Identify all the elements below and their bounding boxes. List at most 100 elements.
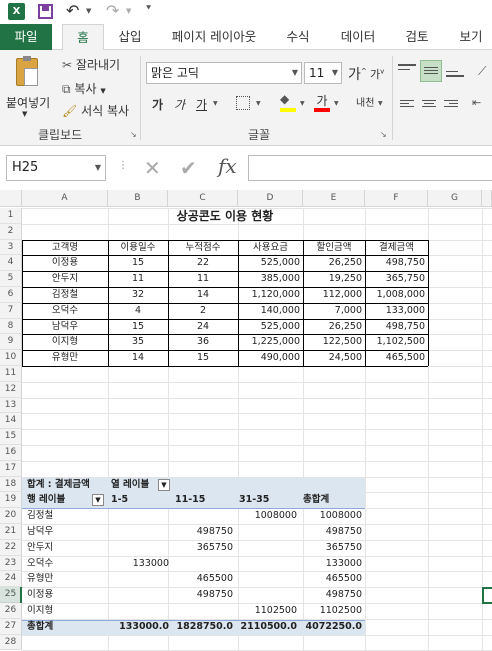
table-cell[interactable]: 유형만 — [22, 351, 108, 366]
pivot-col-header[interactable]: 31-35 — [236, 493, 300, 508]
table-cell[interactable]: 525,000 — [238, 256, 303, 271]
italic-button[interactable]: 가 — [174, 96, 185, 113]
row-header[interactable]: 26 — [0, 603, 22, 619]
pivot-value-cell[interactable] — [108, 572, 172, 587]
row-header[interactable]: 16 — [0, 445, 22, 461]
row-header[interactable]: 19 — [0, 492, 22, 509]
pivot-value-cell[interactable]: 465500 — [172, 572, 236, 587]
pivot-col-header[interactable]: 1-5 — [108, 493, 172, 508]
row-header[interactable]: 13 — [0, 397, 22, 414]
pivot-value-cell[interactable] — [172, 509, 236, 524]
align-right-icon[interactable] — [444, 98, 458, 107]
table-cell[interactable]: 남덕우 — [22, 320, 108, 335]
table-cell[interactable]: 1,008,000 — [365, 288, 428, 303]
shrink-font-button[interactable]: 가v — [370, 66, 384, 82]
pivot-grand-total-cell[interactable]: 4072250.0 — [300, 620, 365, 635]
save-icon[interactable] — [38, 4, 53, 19]
pivot-value-cell[interactable] — [108, 588, 172, 603]
table-cell[interactable]: 오덕수 — [22, 304, 108, 319]
underline-dropdown-icon[interactable]: ▼ — [213, 100, 218, 107]
column-header-e[interactable]: E — [303, 190, 365, 207]
row-header[interactable]: 27 — [0, 618, 22, 635]
active-cell-indicator[interactable] — [482, 587, 492, 604]
table-cell[interactable]: 36 — [168, 335, 238, 350]
table-cell[interactable]: 26,250 — [303, 320, 365, 335]
row-header[interactable]: 1 — [0, 208, 22, 224]
pivot-value-cell[interactable]: 365750 — [172, 541, 236, 556]
table-cell[interactable]: 24 — [168, 320, 238, 335]
customize-icon[interactable]: ⯆ — [145, 4, 152, 14]
pivot-value-cell[interactable] — [108, 525, 172, 540]
pivot-row-label[interactable]: 이정용 — [24, 588, 108, 603]
pivot-value-cell[interactable]: 133000 — [108, 557, 172, 572]
table-cell[interactable]: 122,500 — [303, 335, 365, 350]
pivot-value-cell[interactable]: 365750 — [300, 541, 365, 556]
pivot-value-cell[interactable]: 1102500 — [300, 604, 365, 619]
phonetic-button[interactable]: 내천 — [356, 94, 374, 109]
format-painter-button[interactable]: 🖌 서식 복사 — [62, 102, 129, 119]
table-header-cell[interactable]: 결제금액 — [365, 241, 428, 256]
table-cell[interactable]: 24,500 — [303, 351, 365, 366]
row-header[interactable]: 23 — [0, 555, 22, 572]
align-top-icon[interactable] — [398, 62, 416, 80]
pivot-value-cell[interactable]: 498750 — [300, 588, 365, 603]
pivot-value-cell[interactable] — [236, 525, 300, 540]
pivot-value-cell[interactable] — [108, 509, 172, 524]
cut-button[interactable]: ✂ 잘라내기 — [62, 56, 120, 73]
undo-icon[interactable]: ↶ — [66, 1, 79, 20]
pivot-value-cell[interactable] — [108, 541, 172, 556]
decrease-indent-icon[interactable]: ⇤ — [472, 96, 481, 109]
table-cell[interactable]: 35 — [108, 335, 168, 350]
table-cell[interactable]: 22 — [168, 256, 238, 271]
table-cell[interactable]: 490,000 — [238, 351, 303, 366]
table-cell[interactable]: 15 — [168, 351, 238, 366]
fill-color-icon[interactable]: ◆ — [280, 92, 296, 112]
redo-icon[interactable]: ↷ — [106, 1, 119, 20]
name-box[interactable]: H25 ▼ — [6, 155, 106, 181]
pivot-row-label[interactable]: 오덕수 — [24, 557, 108, 572]
table-cell[interactable]: 498,750 — [365, 320, 428, 335]
font-launcher-icon[interactable]: ↘ — [380, 130, 387, 139]
row-header[interactable]: 2 — [0, 223, 22, 240]
tab-insert[interactable]: 삽입 — [108, 24, 152, 50]
pivot-grand-total-cell[interactable]: 1828750.0 — [172, 620, 236, 635]
column-header-g[interactable]: G — [428, 190, 482, 207]
row-header[interactable]: 28 — [0, 634, 22, 651]
pivot-value-cell[interactable]: 1008000 — [236, 509, 300, 524]
table-header-cell[interactable]: 누적점수 — [168, 241, 238, 256]
pivot-value-cell[interactable] — [108, 604, 172, 619]
table-cell[interactable]: 465,500 — [365, 351, 428, 366]
filter-dropdown-icon[interactable]: ▼ — [92, 494, 104, 507]
table-cell[interactable]: 1,225,000 — [238, 335, 303, 350]
pivot-value-cell[interactable]: 498750 — [300, 525, 365, 540]
column-header-f[interactable]: F — [365, 190, 428, 207]
pivot-value-cell[interactable]: 133000 — [300, 557, 365, 572]
undo-dropdown-icon[interactable]: ▼ — [86, 7, 91, 15]
tab-review[interactable]: 검토 — [396, 24, 438, 50]
font-color-icon[interactable]: 가 — [314, 92, 330, 112]
pivot-col-header[interactable]: 총합계 — [300, 493, 365, 508]
pivot-grand-total-cell[interactable]: 2110500.0 — [236, 620, 300, 635]
table-cell[interactable]: 525,000 — [238, 320, 303, 335]
pivot-row-label[interactable]: 이지형 — [24, 604, 108, 619]
table-cell[interactable]: 498,750 — [365, 256, 428, 271]
pivot-value-cell[interactable] — [236, 541, 300, 556]
table-cell[interactable]: 11 — [108, 272, 168, 287]
enter-icon[interactable]: ✔ — [180, 156, 197, 180]
table-cell[interactable]: 112,000 — [303, 288, 365, 303]
table-header-cell[interactable]: 사용요금 — [238, 241, 303, 256]
row-header[interactable]: 11 — [0, 366, 22, 382]
orientation-icon[interactable]: ⟋ — [478, 64, 486, 79]
font-size-select[interactable]: 11 ▼ — [304, 62, 342, 84]
table-cell[interactable]: 32 — [108, 288, 168, 303]
table-header-cell[interactable]: 고객명 — [22, 241, 108, 256]
table-cell[interactable]: 26,250 — [303, 256, 365, 271]
column-header-b[interactable]: B — [108, 190, 168, 207]
borders-icon[interactable] — [236, 96, 250, 110]
paste-dropdown-icon[interactable]: ▼ — [22, 110, 27, 118]
row-header[interactable]: 14 — [0, 413, 22, 430]
column-header-d[interactable]: D — [238, 190, 303, 207]
row-header[interactable]: 7 — [0, 302, 22, 319]
tab-formulas[interactable]: 수식 — [276, 24, 320, 50]
pivot-grand-total-cell[interactable]: 133000.0 — [108, 620, 172, 635]
